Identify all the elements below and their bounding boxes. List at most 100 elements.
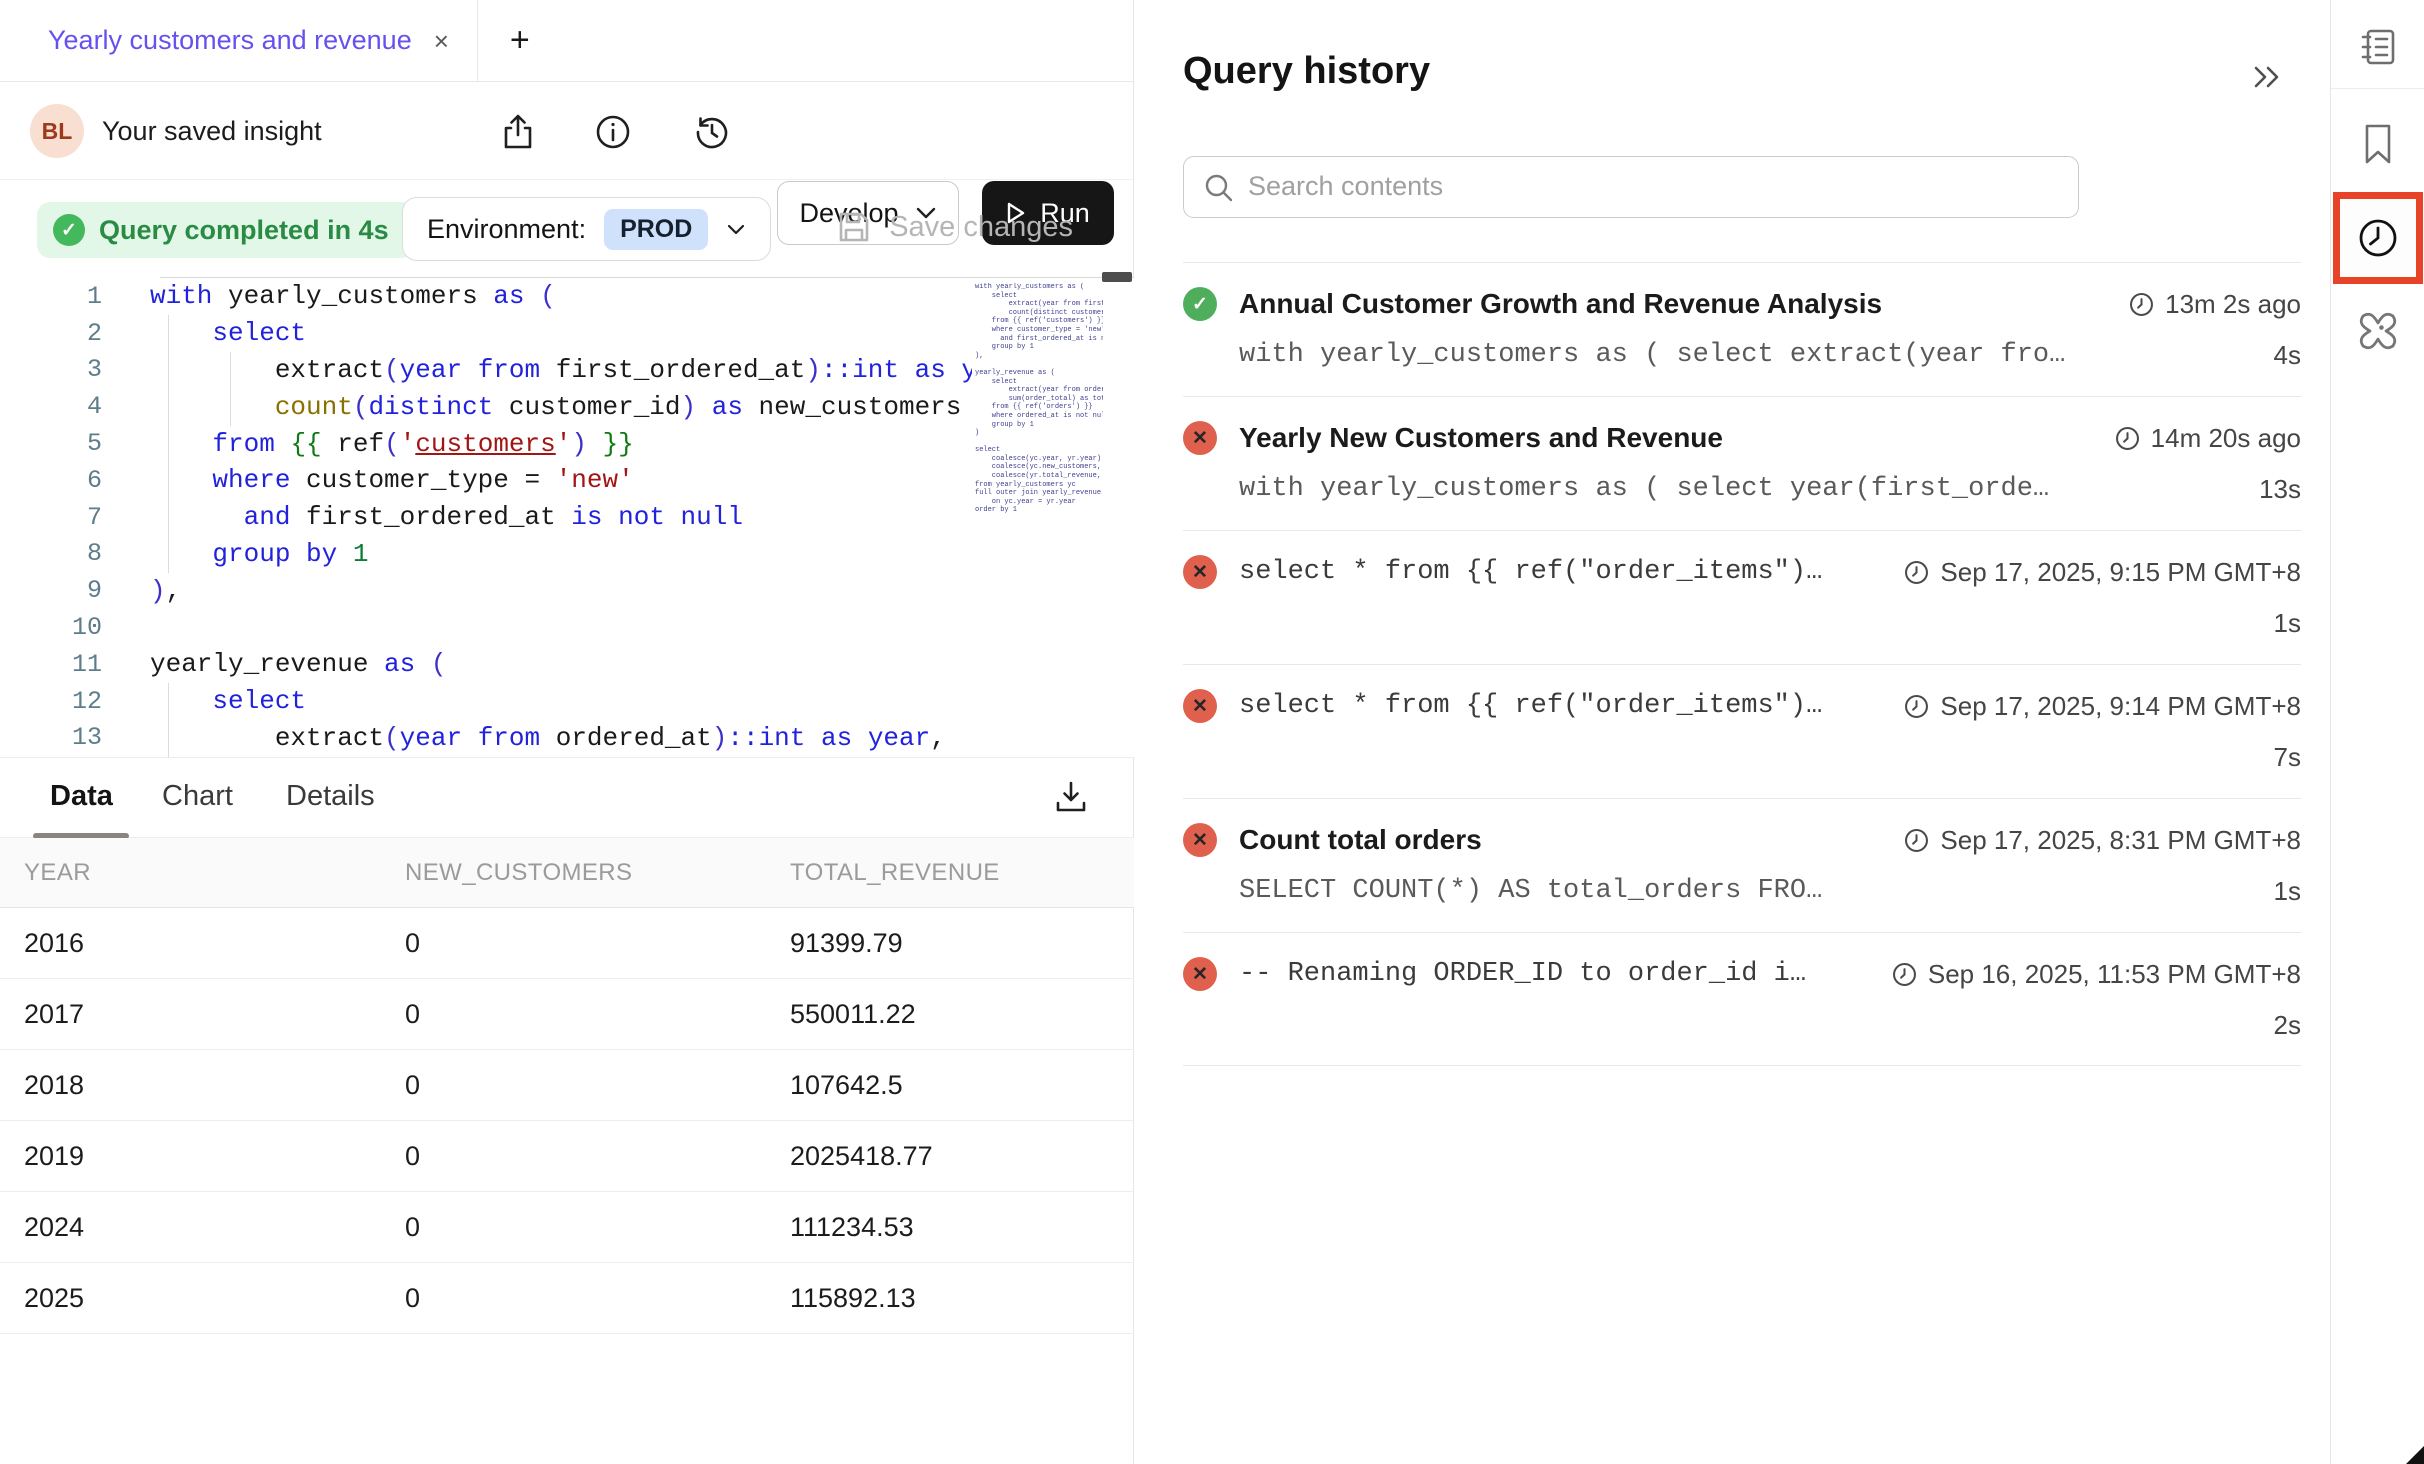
version-history-icon[interactable] [692, 112, 732, 152]
environment-value-chip: PROD [604, 209, 708, 250]
table-row[interactable]: 20250115892.13 [0, 1263, 1134, 1334]
query-history-item[interactable]: ✕select * from {{ ref("order_items")…Sep… [1183, 664, 2301, 798]
code-line[interactable]: 5 from {{ ref('customers') }} [0, 425, 972, 462]
sql-code-editor[interactable]: 1with yearly_customers as (2 select3 ext… [0, 278, 1134, 757]
query-title: -- Renaming ORDER_ID to order_id i… [1239, 959, 1869, 989]
code-text: select [150, 686, 306, 716]
code-text: count(distinct customer_id) as new_custo… [150, 392, 961, 422]
code-line[interactable]: 8 group by 1 [0, 536, 972, 573]
code-line[interactable]: 11yearly_revenue as ( [0, 646, 972, 683]
app-window: Yearly customers and revenue × + BL Your… [0, 0, 2424, 1464]
line-number: 1 [0, 282, 150, 311]
notebook-icon[interactable] [2357, 26, 2399, 73]
search-input[interactable] [1248, 157, 2058, 215]
query-timestamp: Sep 17, 2025, 9:14 PM GMT+8 [1903, 691, 2301, 722]
code-line[interactable]: 13 extract(year from ordered_at)::int as… [0, 720, 972, 757]
tab-data-label: Data [50, 780, 113, 812]
column-header-year[interactable]: YEAR [0, 859, 381, 887]
code-line[interactable]: 10 [0, 609, 972, 646]
column-header-total-revenue[interactable]: TOTAL_REVENUE [766, 859, 1134, 887]
code-line[interactable]: 7 and first_ordered_at is not null [0, 499, 972, 536]
line-number: 13 [0, 723, 150, 752]
save-changes-label: Save changes [889, 211, 1073, 244]
query-title: Yearly New Customers and Revenue [1239, 422, 2092, 454]
editor-scrollbar-thumb[interactable] [1102, 272, 1132, 282]
error-status-icon: ✕ [1183, 421, 1217, 455]
table-cell: 0 [381, 1141, 766, 1172]
line-number: 5 [0, 429, 150, 458]
query-timestamp: 13m 2s ago [2128, 289, 2301, 320]
error-status-icon: ✕ [1183, 957, 1217, 991]
table-row[interactable]: 20170550011.22 [0, 979, 1134, 1050]
table-cell: 2025418.77 [766, 1141, 1134, 1172]
query-duration: 13s [2259, 474, 2301, 505]
download-icon[interactable] [1050, 776, 1092, 823]
tab-chart[interactable]: Chart [162, 780, 233, 813]
tab-title: Yearly customers and revenue [48, 25, 412, 56]
query-history-item[interactable]: ✕select * from {{ ref("order_items")…Sep… [1183, 530, 2301, 664]
query-timestamp: Sep 17, 2025, 8:31 PM GMT+8 [1903, 825, 2301, 856]
table-cell: 2019 [0, 1141, 381, 1172]
code-text: ), [150, 576, 181, 606]
table-row[interactable]: 201902025418.77 [0, 1121, 1134, 1192]
indent-guide [168, 683, 169, 757]
code-line[interactable]: 2 select [0, 315, 972, 352]
tab-data[interactable]: Data [50, 780, 113, 813]
rail-divider [2331, 88, 2424, 89]
indent-guide [168, 315, 169, 573]
column-header-new-customers[interactable]: NEW_CUSTOMERS [381, 859, 766, 887]
tab-close-icon[interactable]: × [434, 28, 449, 54]
share-icon[interactable] [498, 112, 538, 152]
table-cell: 91399.79 [766, 928, 1134, 959]
code-line[interactable]: 3 extract(year from first_ordered_at)::i… [0, 352, 972, 389]
new-tab-button[interactable]: + [478, 21, 562, 60]
save-changes-button[interactable]: Save changes [835, 208, 1073, 246]
code-text: extract(year from first_ordered_at)::int… [150, 355, 972, 385]
history-clock-icon[interactable] [2356, 216, 2400, 265]
editor-minimap[interactable]: with yearly_customers as ( select extrac… [975, 283, 1103, 753]
query-history-item[interactable]: ✕ Count total orders Sep 17, 2025, 8:31 PM… [1183, 798, 2301, 932]
query-title: Count total orders [1239, 824, 1881, 856]
line-number: 8 [0, 539, 150, 568]
table-cell: 2016 [0, 928, 381, 959]
environment-selector[interactable]: Environment: PROD [402, 197, 771, 261]
query-status-badge: ✓ Query completed in 4s [37, 202, 415, 258]
line-number: 7 [0, 503, 150, 532]
code-text: select [150, 318, 306, 348]
environment-label: Environment: [427, 214, 586, 245]
code-line[interactable]: 1with yearly_customers as ( [0, 278, 972, 315]
code-lines: 1with yearly_customers as (2 select3 ext… [0, 278, 972, 757]
table-row[interactable]: 20180107642.5 [0, 1050, 1134, 1121]
avatar[interactable]: BL [30, 104, 84, 158]
tab-yearly-customers-and-revenue[interactable]: Yearly customers and revenue × [0, 0, 477, 81]
code-line[interactable]: 6 where customer_type = 'new' [0, 462, 972, 499]
code-line[interactable]: 9), [0, 572, 972, 609]
success-status-icon: ✓ [1183, 287, 1217, 321]
table-cell: 550011.22 [766, 999, 1134, 1030]
query-title: Annual Customer Growth and Revenue Analy… [1239, 288, 2106, 320]
search-icon [1202, 171, 1236, 210]
results-table: YEAR NEW_CUSTOMERS TOTAL_REVENUE 2016091… [0, 838, 1134, 1334]
line-number: 12 [0, 687, 150, 716]
code-line[interactable]: 12 select [0, 683, 972, 720]
line-number: 4 [0, 392, 150, 421]
info-icon[interactable] [593, 112, 633, 152]
clock-icon [1891, 961, 1918, 988]
table-cell: 2017 [0, 999, 381, 1030]
table-row[interactable]: 20240111234.53 [0, 1192, 1134, 1263]
tab-details[interactable]: Details [286, 780, 375, 813]
query-duration: 2s [2274, 1010, 2301, 1041]
query-history-item[interactable]: ✕Yearly New Customers and Revenue14m 20s… [1183, 396, 2301, 530]
code-text: extract(year from ordered_at)::int as ye… [150, 723, 946, 753]
error-status-icon: ✕ [1183, 555, 1217, 589]
query-history-item[interactable]: ✕-- Renaming ORDER_ID to order_id i…Sep … [1183, 932, 2301, 1066]
query-history-item[interactable]: ✓ Annual Customer Growth and Revenue Anal… [1183, 262, 2301, 396]
table-row[interactable]: 2016091399.79 [0, 908, 1134, 979]
code-line[interactable]: 4 count(distinct customer_id) as new_cus… [0, 388, 972, 425]
error-status-icon: ✕ [1183, 823, 1217, 857]
bookmark-icon[interactable] [2358, 122, 2398, 171]
query-history-panel: Query history Status All ✓Annual Custome… [1135, 0, 2330, 1464]
collapse-panel-icon[interactable] [2250, 62, 2284, 97]
query-timestamp: Sep 17, 2025, 9:15 PM GMT+8 [1903, 557, 2301, 588]
dbt-icon[interactable] [2355, 308, 2401, 359]
